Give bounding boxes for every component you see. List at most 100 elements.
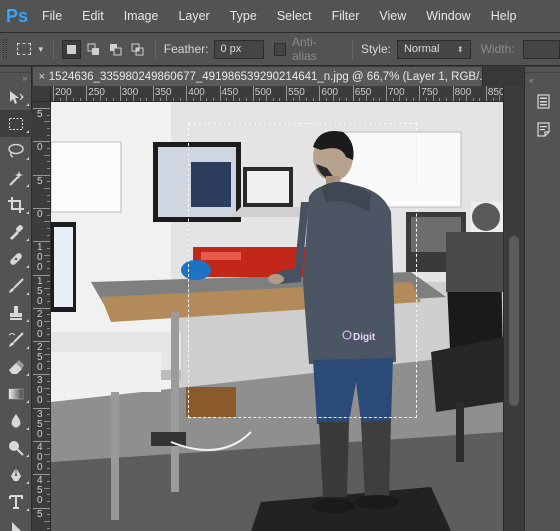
document-tab[interactable]: × 1524636_335980249860677_49198653929021… bbox=[33, 67, 483, 86]
subtract-selection-icon bbox=[109, 43, 122, 55]
ruler-v-tick bbox=[33, 407, 50, 409]
ruler-h-minor-tick bbox=[59, 98, 61, 101]
ruler-h-label: 650 bbox=[354, 87, 372, 98]
ruler-h-minor-tick bbox=[232, 95, 234, 101]
ruler-v-tick bbox=[33, 141, 50, 143]
style-select[interactable]: Normal ⬍ bbox=[396, 39, 471, 59]
ruler-v-minor-tick bbox=[47, 414, 50, 416]
brush-tool[interactable] bbox=[0, 272, 32, 299]
clone-stamp-tool[interactable] bbox=[0, 299, 32, 326]
ruler-h-minor-tick bbox=[479, 98, 481, 101]
add-to-selection-button[interactable] bbox=[84, 40, 103, 59]
new-selection-button[interactable] bbox=[61, 39, 81, 59]
menu-layer[interactable]: Layer bbox=[168, 0, 219, 33]
expand-panels-icon[interactable]: « bbox=[525, 73, 560, 87]
options-bar-grip[interactable] bbox=[3, 39, 7, 59]
ruler-v-minor-tick bbox=[44, 221, 50, 223]
crop-tool[interactable] bbox=[0, 191, 32, 218]
pen-tool[interactable] bbox=[0, 461, 32, 488]
ruler-v-minor-tick bbox=[47, 194, 50, 196]
ruler-h-tick bbox=[53, 86, 54, 101]
properties-panel-icon bbox=[536, 93, 550, 109]
selection-mode-group bbox=[61, 39, 147, 59]
ruler-h-tick bbox=[152, 86, 154, 101]
feather-input[interactable]: 0 px bbox=[214, 39, 264, 59]
ruler-v-label: 4 5 0 bbox=[37, 475, 43, 507]
ruler-h-label: 250 bbox=[88, 87, 105, 98]
vertical-ruler[interactable]: 5 0 5 0 1 0 01 5 02 0 0 2 5 03 0 03 5 0 4 0 0 4… bbox=[33, 102, 51, 531]
marquee-selection[interactable] bbox=[188, 123, 417, 418]
eyedropper-tool[interactable] bbox=[0, 218, 32, 245]
move-tool[interactable] bbox=[0, 83, 32, 110]
gradient-tool[interactable] bbox=[0, 380, 32, 407]
ruler-h-minor-tick bbox=[106, 98, 108, 101]
ruler-v-minor-tick bbox=[47, 281, 50, 283]
subtract-from-selection-button[interactable] bbox=[106, 40, 125, 59]
history-brush-tool[interactable] bbox=[0, 326, 32, 353]
ruler-v-minor-tick bbox=[47, 134, 50, 136]
spot-healing-brush-tool[interactable] bbox=[0, 245, 32, 272]
ruler-h-minor-tick bbox=[259, 98, 261, 101]
tool-preset-picker[interactable]: ▼ bbox=[16, 43, 45, 55]
ruler-v-minor-tick bbox=[47, 460, 50, 462]
antialias-label: Anti-alias bbox=[291, 35, 317, 63]
menu-filter[interactable]: Filter bbox=[322, 0, 370, 33]
ruler-h-minor-tick bbox=[126, 98, 128, 101]
ruler-h-minor-tick bbox=[266, 95, 268, 101]
menu-file[interactable]: File bbox=[32, 0, 72, 33]
path-selection-tool[interactable] bbox=[0, 515, 32, 531]
lasso-tool[interactable] bbox=[0, 137, 32, 164]
menu-select[interactable]: Select bbox=[267, 0, 322, 33]
ruler-origin[interactable] bbox=[33, 86, 51, 102]
menu-edit[interactable]: Edit bbox=[72, 0, 114, 33]
menu-help[interactable]: Help bbox=[481, 0, 527, 33]
antialias-checkbox[interactable] bbox=[273, 42, 286, 56]
ruler-v-minor-tick bbox=[44, 321, 50, 323]
close-icon[interactable]: × bbox=[35, 71, 49, 83]
document-tab-bar: × 1524636_335980249860677_49198653929021… bbox=[33, 67, 523, 86]
properties-panel-button[interactable] bbox=[525, 87, 560, 115]
add-selection-icon bbox=[87, 43, 99, 55]
ruler-h-minor-tick bbox=[66, 95, 68, 101]
ruler-v-label: 1 5 0 bbox=[37, 275, 43, 307]
rectangular-marquee-tool[interactable] bbox=[0, 110, 32, 137]
ruler-h-minor-tick bbox=[206, 98, 208, 101]
ruler-h-tick bbox=[386, 86, 387, 101]
document-canvas[interactable]: Digit bbox=[51, 102, 503, 531]
vertical-scrollbar[interactable] bbox=[503, 86, 523, 531]
ruler-h-minor-tick bbox=[412, 98, 414, 101]
ruler-h-minor-tick bbox=[492, 98, 494, 101]
type-tool[interactable] bbox=[0, 488, 32, 515]
ruler-v-minor-tick bbox=[47, 247, 50, 249]
style-select-value: Normal bbox=[403, 42, 440, 55]
menu-view[interactable]: View bbox=[369, 0, 416, 33]
menu-type[interactable]: Type bbox=[220, 0, 267, 33]
options-bar: ▼ Feather: 0 px Anti-alias Style: Normal… bbox=[0, 33, 560, 66]
dodge-tool[interactable] bbox=[0, 434, 32, 461]
eraser-tool[interactable] bbox=[0, 353, 32, 380]
magic-wand-tool[interactable] bbox=[0, 164, 32, 191]
app-logo: Ps bbox=[5, 5, 29, 26]
ruler-v-minor-tick bbox=[44, 487, 50, 489]
eraser-icon bbox=[9, 359, 24, 374]
menu-window[interactable]: Window bbox=[416, 0, 480, 33]
ruler-v-minor-tick bbox=[47, 467, 50, 469]
collapse-arrows-icon[interactable]: » bbox=[0, 73, 31, 83]
separator bbox=[52, 39, 54, 59]
intersect-selection-button[interactable] bbox=[128, 40, 147, 59]
ruler-h-tick bbox=[252, 86, 254, 101]
horizontal-ruler[interactable]: 200 250 300 350 400 450 500 550 600 650 700 750 800 8… bbox=[51, 86, 503, 102]
notes-panel-button[interactable] bbox=[525, 115, 560, 143]
ruler-v-minor-tick bbox=[47, 147, 50, 149]
width-input[interactable] bbox=[522, 39, 560, 59]
ruler-h-minor-tick bbox=[425, 98, 427, 101]
ruler-h-minor-tick bbox=[159, 98, 161, 101]
ruler-v-label: 2 5 0 bbox=[37, 342, 43, 374]
menu-image[interactable]: Image bbox=[114, 0, 169, 33]
style-label: Style: bbox=[360, 42, 391, 56]
ruler-v-tick bbox=[33, 174, 50, 176]
blur-tool[interactable] bbox=[0, 407, 32, 434]
gradient-icon bbox=[8, 388, 24, 399]
ruler-v-minor-tick bbox=[47, 181, 50, 183]
scrollbar-thumb[interactable] bbox=[509, 236, 519, 406]
